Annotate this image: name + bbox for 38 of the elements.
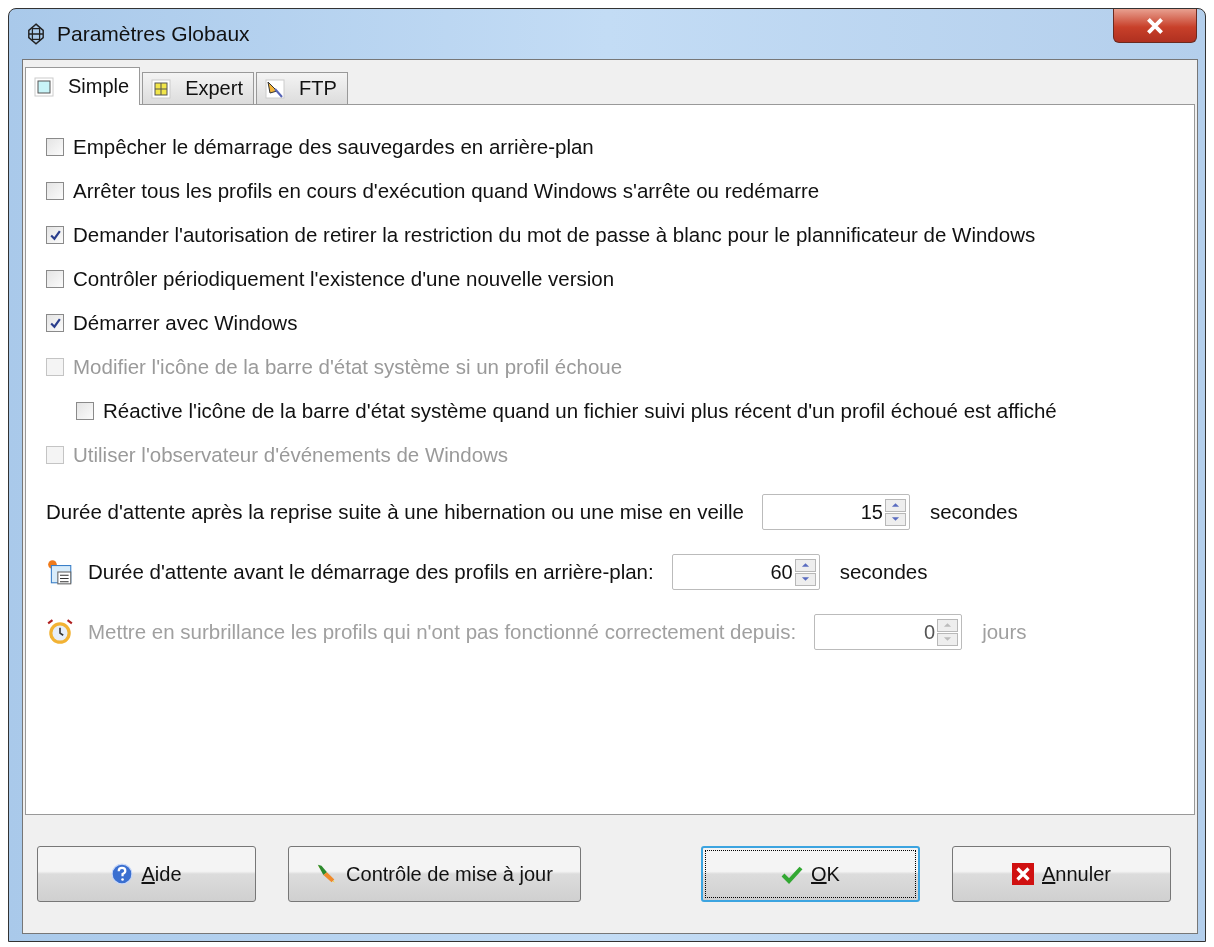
- checkbox[interactable]: [46, 182, 64, 200]
- app-icon: [27, 23, 45, 45]
- tab[interactable]: Simple: [25, 67, 141, 105]
- square-icon: [34, 76, 54, 97]
- checkbox-label: Démarrer avec Windows: [73, 311, 298, 335]
- help-icon: [111, 863, 134, 885]
- alarm-clock-icon: [46, 618, 74, 646]
- checkbox[interactable]: [46, 226, 64, 244]
- number-spinner[interactable]: 60: [671, 554, 820, 590]
- checkbox-label: Utiliser l'observateur d'événements de Windows: [73, 443, 509, 467]
- checkbox[interactable]: [46, 138, 64, 156]
- unit-label: jours: [982, 620, 1027, 644]
- checkbox-label: Réactive l'icône de la barre d'état système quand un fichier suivi plus récent d'un profil échoué est affiché: [103, 399, 1057, 423]
- unit-label: secondes: [839, 560, 928, 584]
- tab[interactable]: FTP: [255, 72, 348, 104]
- checkbox[interactable]: [46, 270, 64, 288]
- cancel-button[interactable]: Annuler: [952, 846, 1171, 902]
- delay-label: Durée d'attente avant le démarrage des profils en arrière-plan:: [88, 560, 654, 584]
- delay-label: Mettre en surbrillance les profils qui n'ont pas fonctionné correctement depuis:: [88, 620, 797, 644]
- number-spinner[interactable]: 15: [761, 494, 910, 530]
- close-icon: [1144, 16, 1166, 35]
- delay-label: Durée d'attente après la reprise suite à une hibernation ou une mise en veille: [46, 500, 744, 524]
- checkbox[interactable]: [46, 314, 64, 332]
- grid-icon: [151, 78, 172, 99]
- close-button[interactable]: [1113, 9, 1197, 43]
- help-button[interactable]: Aide: [37, 846, 256, 902]
- checkbox-label: Arrêter tous les profils en cours d'exécution quand Windows s'arrête ou redémarre: [73, 179, 820, 203]
- checkbox-label: Demander l'autorisation de retirer la restriction du mot de passe à blanc pour le plannificateur de Windows: [73, 223, 1036, 247]
- ok-button[interactable]: OK: [701, 846, 920, 902]
- schedule-icon: [46, 558, 74, 586]
- update-button[interactable]: Contrôle de mise à jour: [288, 846, 581, 902]
- checkbox-label: Empêcher le démarrage des sauvegardes en arrière-plan: [73, 135, 594, 159]
- checkbox-label: Contrôler périodiquement l'existence d'une nouvelle version: [73, 267, 615, 291]
- cross-icon: [1012, 863, 1034, 885]
- checkbox-label: Modifier l'icône de la barre d'état système si un profil échoue: [73, 355, 623, 379]
- unit-label: secondes: [929, 500, 1018, 524]
- tab[interactable]: Expert: [142, 72, 254, 104]
- window-title: Paramètres Globaux: [57, 22, 250, 46]
